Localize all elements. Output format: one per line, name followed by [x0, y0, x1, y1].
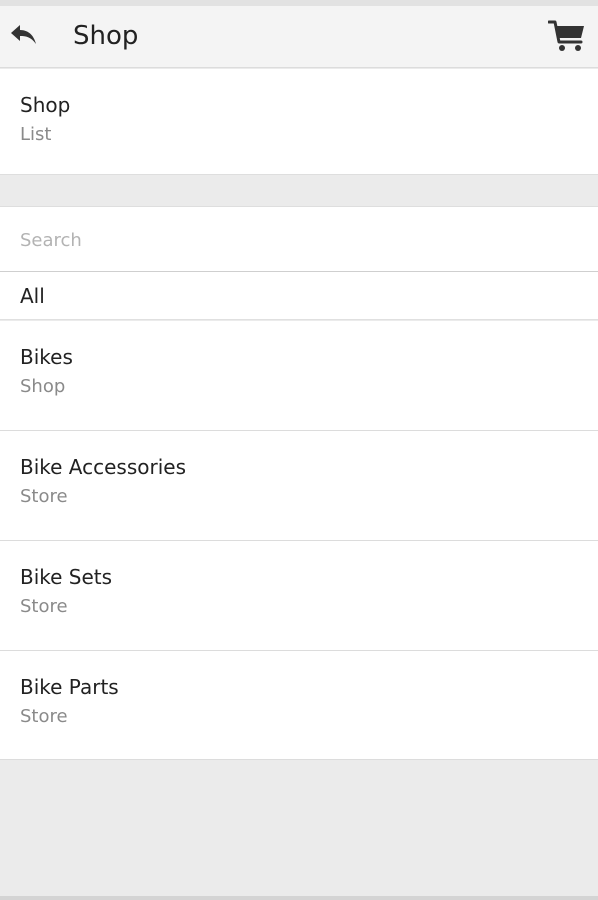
item-type: Store [20, 486, 68, 507]
item-type: Shop [20, 376, 66, 397]
category-filter[interactable]: All [0, 272, 598, 320]
reply-arrow-icon [9, 23, 39, 51]
item-type: Store [20, 706, 68, 727]
page-title: Shop [73, 21, 139, 51]
list-item[interactable]: Bike Parts Store [0, 651, 598, 760]
shopping-cart-icon [547, 18, 586, 58]
item-name: Bike Parts [20, 675, 119, 699]
search-bar [0, 206, 598, 272]
search-input[interactable] [20, 225, 580, 255]
shop-info-title: Shop [20, 93, 71, 117]
app-header: Shop [0, 6, 598, 68]
cart-button[interactable] [546, 18, 588, 58]
shop-info-subtitle: List [20, 124, 52, 145]
list-item[interactable]: Bikes Shop [0, 321, 598, 431]
list-item[interactable]: Bike Accessories Store [0, 431, 598, 541]
item-name: Bike Accessories [20, 455, 187, 479]
shop-list: Bikes Shop Bike Accessories Store Bike S… [0, 321, 598, 760]
shop-screen: Shop Shop List All Bikes Shop Bike A [0, 0, 598, 900]
list-item[interactable]: Bike Sets Store [0, 541, 598, 651]
filter-all-label: All [20, 284, 45, 308]
item-type: Store [20, 596, 68, 617]
item-name: Bikes [20, 345, 73, 369]
back-button[interactable] [6, 20, 42, 54]
bottom-edge [0, 896, 598, 900]
shop-info-card: Shop List [0, 69, 598, 175]
item-name: Bike Sets [20, 565, 113, 589]
